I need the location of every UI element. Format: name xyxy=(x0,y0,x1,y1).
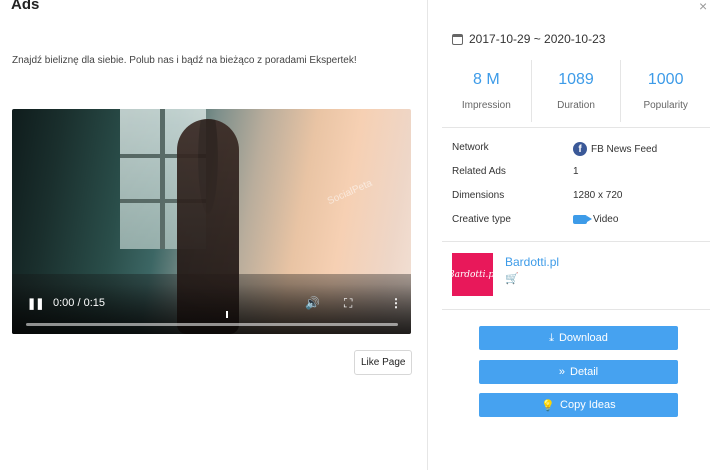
video-controls: ❚❚ 0:00 / 0:15 🔊 ⛶ ⋮ xyxy=(12,284,411,334)
download-label: Download xyxy=(558,332,608,344)
stat-label: Popularity xyxy=(643,100,688,111)
divider xyxy=(442,241,710,242)
ad-description: Znajdź bieliznę dla siebie. Polub nas i … xyxy=(12,55,357,66)
video-camera-icon xyxy=(573,215,592,224)
advertiser-logo[interactable]: Bardotti.pl xyxy=(448,253,497,296)
detail-key: Creative type xyxy=(452,214,511,225)
close-icon[interactable]: × xyxy=(699,0,707,13)
facebook-icon: f xyxy=(573,142,587,156)
stat-value: 1000 xyxy=(647,71,684,88)
detail-value: Video xyxy=(593,214,619,225)
detail-value: 1 xyxy=(573,166,579,177)
stat-label: Impression xyxy=(461,100,511,111)
pause-icon[interactable]: ❚❚ xyxy=(27,297,44,310)
modal-title: Ads xyxy=(11,0,40,13)
detail-key: Related Ads xyxy=(452,166,506,177)
volume-icon[interactable]: 🔊 xyxy=(305,296,320,310)
stat-label: Duration xyxy=(557,100,595,111)
date-range: 2017-10-29 ~ 2020-10-23 xyxy=(452,32,605,46)
detail-value: 1280 x 720 xyxy=(573,190,623,201)
date-range-text: 2017-10-29 ~ 2020-10-23 xyxy=(469,32,606,46)
detail-value: FB News Feed xyxy=(591,143,658,155)
double-chevron-icon: » xyxy=(558,366,565,378)
fullscreen-icon[interactable]: ⛶ xyxy=(344,296,352,311)
calendar-icon xyxy=(452,33,463,45)
video-progress-track[interactable] xyxy=(26,311,398,326)
divider xyxy=(442,127,710,128)
watermark: SocialPeta xyxy=(325,177,374,208)
stat-popularity: 1000 Popularity xyxy=(621,60,710,122)
lightbulb-icon: 💡 xyxy=(541,399,556,412)
more-options-icon[interactable]: ⋮ xyxy=(390,296,402,310)
stats-row: 8 M Impression 1089 Duration 1000 Popula… xyxy=(442,60,710,122)
panel-divider xyxy=(427,0,428,470)
stat-value: 1089 xyxy=(558,71,594,88)
detail-label: Detail xyxy=(570,366,599,378)
like-page-button[interactable]: Like Page xyxy=(354,350,413,375)
stat-duration: 1089 Duration xyxy=(532,60,622,122)
shopping-cart-icon: 🛒 xyxy=(505,273,519,285)
video-volume-knob[interactable] xyxy=(226,311,228,318)
detail-key: Network xyxy=(452,142,489,153)
stat-impression: 8 M Impression xyxy=(442,60,532,122)
divider xyxy=(442,309,710,310)
copy-ideas-button[interactable]: 💡 Copy Ideas xyxy=(479,393,678,417)
detail-key: Dimensions xyxy=(452,190,505,201)
copy-ideas-label: Copy Ideas xyxy=(560,399,616,411)
video-player[interactable]: SocialPeta ❚❚ 0:00 / 0:15 🔊 ⛶ ⋮ xyxy=(12,109,411,334)
detail-button[interactable]: » Detail xyxy=(479,360,678,384)
download-button[interactable]: ⤓ Download xyxy=(479,326,678,350)
video-time: 0:00 / 0:15 xyxy=(53,297,105,309)
stat-value: 8 M xyxy=(473,71,500,88)
advertiser-name[interactable]: Bardotti.pl xyxy=(505,255,559,269)
download-icon: ⤓ xyxy=(549,331,554,344)
